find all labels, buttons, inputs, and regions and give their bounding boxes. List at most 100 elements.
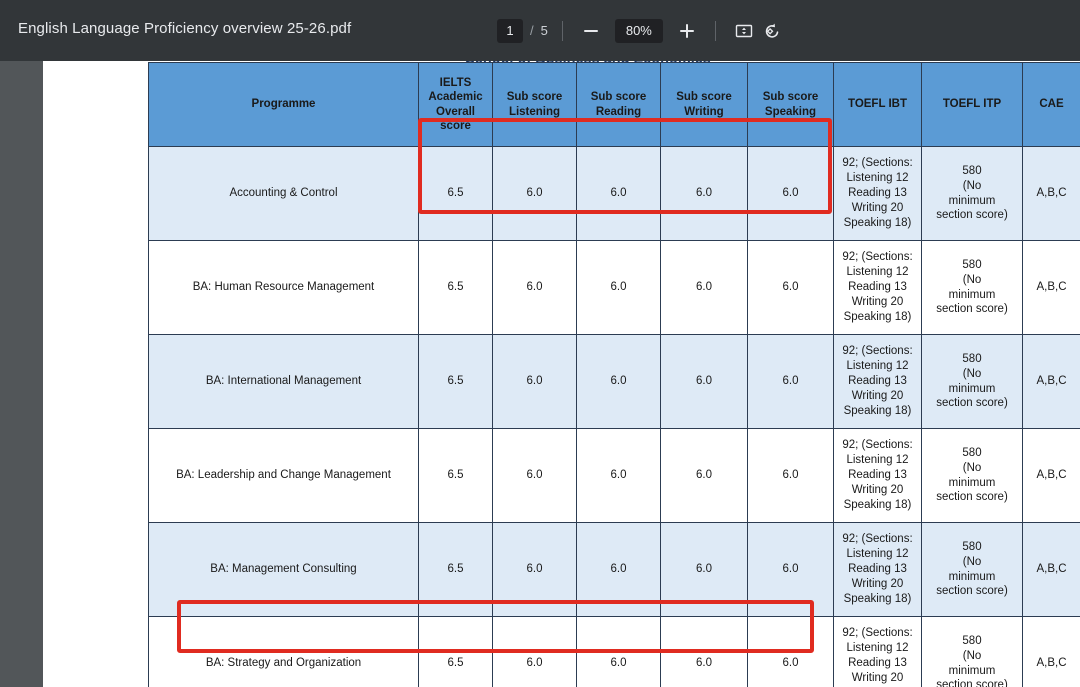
cell-ielts-overall: 6.5 [418,146,493,241]
table-row: Accounting & Control 6.5 6.0 6.0 6.0 6.0 92; (… [148,146,1080,241]
cell-line: 92; (Sections: [842,627,913,640]
header-line: score [440,119,471,132]
cell-line: (No [962,649,982,662]
pdf-page-1: School of Business and Economics Program… [43,61,1080,687]
cell-line: (No [962,461,982,474]
table-row: BA: Leadership and Change Management 6.5 6… [148,428,1080,523]
cell-sub-speaking: 6.0 [747,616,834,687]
cell-line: Reading 13 [848,563,907,576]
zoom-in-button[interactable] [673,17,701,45]
minus-icon [583,29,598,32]
cell-sub-writing: 6.0 [660,616,748,687]
cell-line: section score) [936,209,1008,222]
zoom-level-display[interactable]: 80% [614,18,663,43]
header-line: Sub score [506,91,563,104]
cell-line: Speaking 18) [843,498,912,511]
pdf-toolbar: English Language Proficiency overview 25… [0,0,1080,61]
cell-line: minimum [948,288,996,301]
cell-line: 580 [962,352,982,365]
cell-cae: A,B,C [1022,428,1080,523]
cell-toefl-itp: 580 (No minimum section score) [921,522,1023,617]
cell-sub-reading: 6.0 [576,428,661,523]
cell-line: 580 [962,540,982,553]
header-line: Sub score [590,91,647,104]
document-title: English Language Proficiency overview 25… [18,20,352,37]
cell-line: Listening 12 [846,360,909,373]
cell-programme: BA: International Management [148,334,419,429]
cell-line: 92; (Sections: [842,251,913,264]
pdf-viewer-canvas[interactable]: School of Business and Economics Program… [0,61,1080,687]
header-line: Reading [595,105,642,118]
cell-cae: A,B,C [1022,146,1080,241]
cell-toefl-ibt: 92; (Sections: Listening 12 Reading 13 Writ… [833,146,922,241]
toolbar-divider-1 [561,20,563,41]
cell-line: Reading 13 [848,281,907,294]
header-text: TOEFL IBT [848,98,907,111]
header-text: TOEFL ITP [942,98,1002,111]
cell-programme: BA: Leadership and Change Management [148,428,419,523]
cell-sub-reading: 6.0 [576,616,661,687]
table-body: Accounting & Control 6.5 6.0 6.0 6.0 6.0 92; (… [148,146,1080,687]
cell-line: (No [962,179,982,192]
cell-ielts-overall: 6.5 [418,334,493,429]
fit-to-page-button[interactable] [730,17,758,45]
cell-line: minimum [948,664,996,677]
cell-cae: A,B,C [1022,522,1080,617]
cell-sub-writing: 6.0 [660,146,748,241]
cell-line: minimum [948,476,996,489]
cell-line: Listening 12 [846,266,909,279]
cell-line: Listening 12 [846,172,909,185]
cell-line: Listening 12 [846,548,909,561]
zoom-out-button[interactable] [577,17,605,45]
cell-sub-listening: 6.0 [492,146,577,241]
cell-sub-writing: 6.0 [660,428,748,523]
cell-toefl-itp: 580 (No minimum section score) [921,616,1023,687]
cell-line: 580 [962,446,982,459]
page-separator: / [530,23,534,38]
cell-ielts-overall: 6.5 [418,616,493,687]
cell-line: (No [962,555,982,568]
cell-line: Writing 20 [851,671,904,684]
fit-to-page-icon [735,24,753,37]
table-row: BA: Management Consulting 6.5 6.0 6.0 6.0 6.0… [148,522,1080,617]
cell-sub-writing: 6.0 [660,334,748,429]
rotate-counterclockwise-button[interactable] [758,17,786,45]
column-header-toefl-ibt: TOEFL IBT [833,62,922,147]
header-line: Overall [436,105,475,118]
cell-line: section score) [936,679,1008,687]
header-line: Speaking [764,105,817,118]
total-pages-label: 5 [540,23,548,38]
table-row: BA: International Management 6.5 6.0 6.0 6.0… [148,334,1080,429]
cell-line: 580 [962,164,982,177]
cell-toefl-ibt: 92; (Sections: Listening 12 Reading 13 Writ… [833,428,922,523]
cell-sub-speaking: 6.0 [747,146,834,241]
cell-toefl-ibt: 92; (Sections: Listening 12 Reading 13 Writ… [833,334,922,429]
table-header: Programme IELTS Academic Overall score S… [148,62,1080,147]
cell-line: minimum [948,570,996,583]
cell-line: Reading 13 [848,469,907,482]
current-page-input[interactable]: 1 [497,18,523,43]
column-header-sub-reading: Sub score Reading [576,62,661,147]
cell-line: Speaking 18) [843,404,912,417]
header-text: CAE [1039,98,1064,111]
cell-line: Speaking 18) [843,216,912,229]
cell-line: section score) [936,397,1008,410]
cell-programme: Accounting & Control [148,146,419,241]
cell-ielts-overall: 6.5 [418,428,493,523]
cell-line: minimum [948,194,996,207]
table-header-row: Programme IELTS Academic Overall score S… [148,62,1080,147]
column-header-sub-speaking: Sub score Speaking [747,62,834,147]
cell-toefl-ibt: 92; (Sections: Listening 12 Reading 13 Writ… [833,522,922,617]
cell-sub-listening: 6.0 [492,240,577,335]
cell-line: Reading 13 [848,375,907,388]
cell-sub-listening: 6.0 [492,428,577,523]
cell-programme: BA: Management Consulting [148,522,419,617]
table-row: BA: Human Resource Management 6.5 6.0 6.0 6.… [148,240,1080,335]
header-line: Sub score [676,91,732,104]
cell-sub-writing: 6.0 [660,522,748,617]
cell-sub-listening: 6.0 [492,334,577,429]
cell-cae: A,B,C [1022,334,1080,429]
cell-toefl-itp: 580 (No minimum section score) [921,428,1023,523]
cell-line: Writing 20 [851,201,904,214]
cell-line: Speaking 18) [843,310,912,323]
